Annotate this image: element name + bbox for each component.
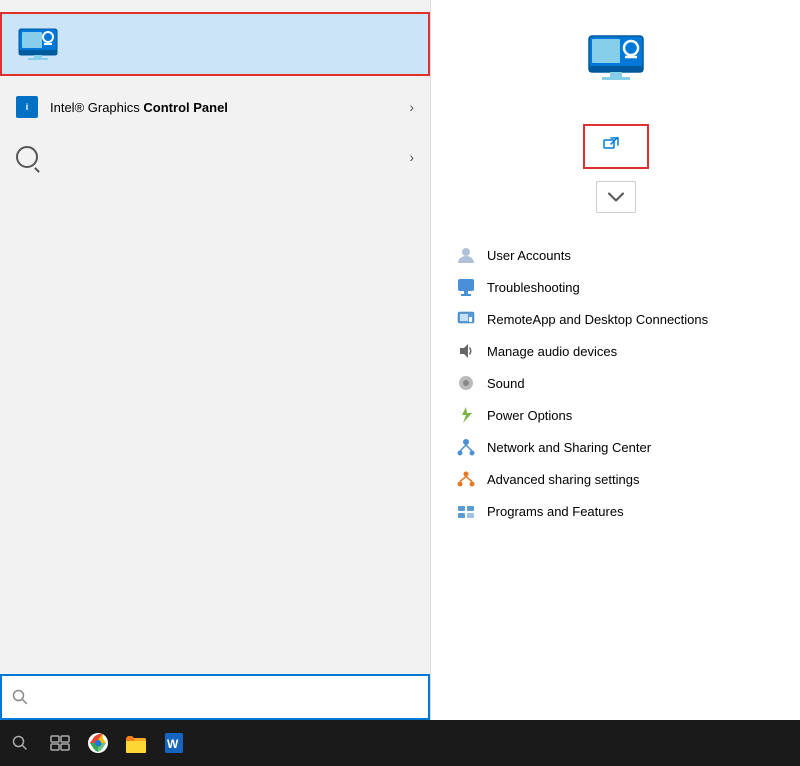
network-sharing-icon (455, 436, 477, 458)
apps-section-header (0, 76, 430, 88)
web-search-control-panel[interactable]: › (0, 138, 430, 176)
recent-label-advanced-sharing: Advanced sharing settings (487, 472, 639, 487)
troubleshooting-icon (455, 276, 477, 298)
right-panel: User Accounts Troubleshooting (430, 0, 800, 720)
recent-label-power-options: Power Options (487, 408, 572, 423)
best-match-header (0, 0, 430, 12)
web-search-chevron: › (409, 149, 414, 165)
recent-label-sound: Sound (487, 376, 525, 391)
recent-network-sharing[interactable]: Network and Sharing Center (451, 431, 780, 463)
recent-manage-audio[interactable]: Manage audio devices (451, 335, 780, 367)
control-panel-icon (18, 24, 58, 64)
power-options-icon (455, 404, 477, 426)
intel-chevron-icon: › (409, 99, 414, 115)
programs-features-icon (455, 500, 477, 522)
start-menu: i Intel® Graphics Control Panel › › (0, 0, 800, 720)
taskbar-search-bar[interactable] (0, 674, 430, 720)
recent-user-accounts[interactable]: User Accounts (451, 239, 780, 271)
recent-section: User Accounts Troubleshooting (431, 231, 800, 527)
recent-label-remoteapp: RemoteApp and Desktop Connections (487, 312, 708, 327)
recent-label-network-sharing: Network and Sharing Center (487, 440, 651, 455)
word-taskbar-icon[interactable]: W (156, 725, 192, 761)
settings-section-header (0, 176, 430, 188)
taskbar-search-area (4, 731, 36, 755)
taskbar: W (0, 720, 800, 766)
expand-button[interactable] (596, 181, 636, 213)
open-button[interactable] (593, 130, 639, 163)
recent-advanced-sharing[interactable]: Advanced sharing settings (451, 463, 780, 495)
intel-graphics-control-panel-item[interactable]: i Intel® Graphics Control Panel › (0, 88, 430, 126)
intel-icon: i (16, 96, 38, 118)
recent-programs-features[interactable]: Programs and Features (451, 495, 780, 527)
recent-sound[interactable]: Sound (451, 367, 780, 399)
left-spacer (0, 188, 430, 674)
recent-troubleshooting[interactable]: Troubleshooting (451, 271, 780, 303)
advanced-sharing-icon (455, 468, 477, 490)
recent-label-user-accounts: User Accounts (487, 248, 571, 263)
recent-label-manage-audio: Manage audio devices (487, 344, 617, 359)
svg-text:W: W (167, 737, 179, 751)
user-accounts-icon (455, 244, 477, 266)
recent-label-programs-features: Programs and Features (487, 504, 624, 519)
best-match-control-panel[interactable] (0, 12, 430, 76)
recent-remoteapp[interactable]: RemoteApp and Desktop Connections (451, 303, 780, 335)
search-circle-icon (16, 146, 38, 168)
recent-label-troubleshooting: Troubleshooting (487, 280, 580, 295)
left-panel: i Intel® Graphics Control Panel › › (0, 0, 430, 720)
sound-icon (455, 372, 477, 394)
control-panel-large-icon (580, 30, 652, 86)
recent-power-options[interactable]: Power Options (451, 399, 780, 431)
manage-audio-icon (455, 340, 477, 362)
remoteapp-icon (455, 308, 477, 330)
intel-app-label: Intel® Graphics Control Panel (50, 100, 397, 115)
open-button-container (583, 124, 649, 169)
search-icon (12, 689, 28, 705)
open-icon (603, 136, 621, 157)
chrome-taskbar-icon[interactable] (80, 725, 116, 761)
task-view-icon[interactable] (42, 725, 78, 761)
file-explorer-taskbar-icon[interactable] (118, 725, 154, 761)
search-web-header (0, 126, 430, 138)
